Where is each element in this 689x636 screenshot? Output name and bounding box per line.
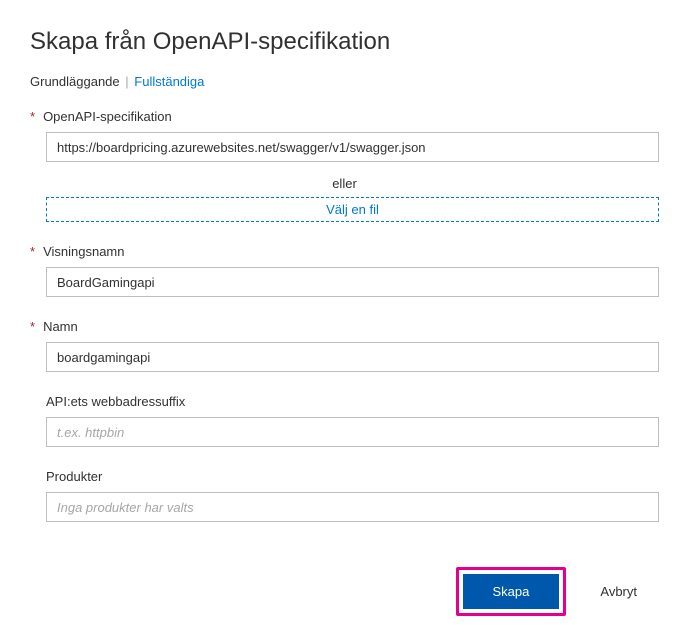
url-suffix-label: API:ets webbadressuffix xyxy=(46,394,185,409)
field-openapi-spec: * OpenAPI-specifikation eller Välj en fi… xyxy=(30,109,659,222)
field-products: Produkter xyxy=(30,469,659,522)
cancel-button[interactable]: Avbryt xyxy=(578,574,659,609)
tab-full[interactable]: Fullständiga xyxy=(134,74,204,89)
display-name-input[interactable] xyxy=(46,267,659,297)
products-label: Produkter xyxy=(46,469,102,484)
mode-tabs: Grundläggande | Fullständiga xyxy=(30,74,659,89)
tab-divider: | xyxy=(125,74,128,89)
name-label: Namn xyxy=(43,319,78,334)
required-mark: * xyxy=(30,244,35,259)
products-input[interactable] xyxy=(46,492,659,522)
openapi-spec-input[interactable] xyxy=(46,132,659,162)
display-name-label: Visningsnamn xyxy=(43,244,124,259)
tab-basic[interactable]: Grundläggande xyxy=(30,74,120,89)
highlight-annotation: Skapa xyxy=(456,567,567,616)
openapi-spec-label: OpenAPI-specifikation xyxy=(43,109,172,124)
required-mark: * xyxy=(30,319,35,334)
field-display-name: * Visningsnamn xyxy=(30,244,659,297)
or-divider: eller xyxy=(30,176,659,191)
name-input[interactable] xyxy=(46,342,659,372)
field-name: * Namn xyxy=(30,319,659,372)
file-picker[interactable]: Välj en fil xyxy=(46,197,659,222)
required-mark: * xyxy=(30,109,35,124)
field-url-suffix: API:ets webbadressuffix xyxy=(30,394,659,447)
button-row: Skapa Avbryt xyxy=(456,567,659,616)
create-button[interactable]: Skapa xyxy=(463,574,560,609)
page-title: Skapa från OpenAPI-specifikation xyxy=(30,28,659,56)
url-suffix-input[interactable] xyxy=(46,417,659,447)
